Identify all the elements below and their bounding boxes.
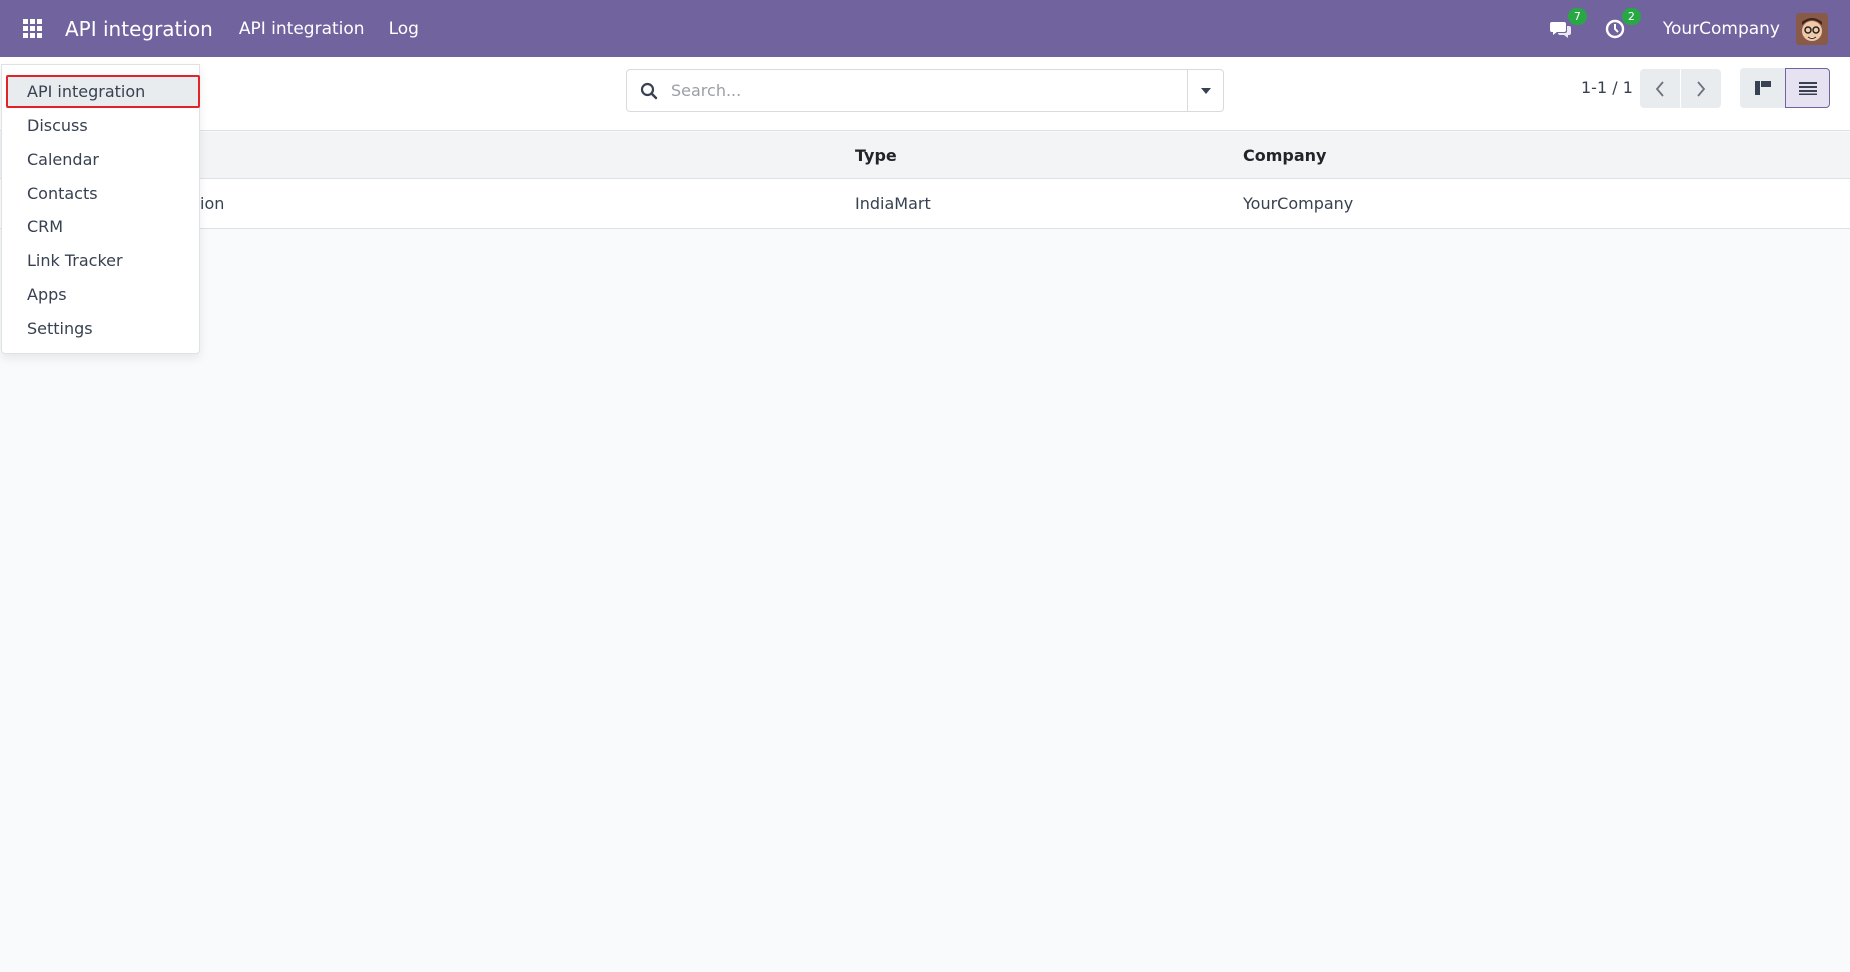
chevron-right-icon xyxy=(1697,80,1706,97)
apps-menu-button[interactable] xyxy=(0,0,65,57)
view-switcher xyxy=(1740,68,1830,108)
cell-type: IndiaMart xyxy=(855,194,931,213)
user-avatar-icon xyxy=(1796,12,1828,45)
column-header-type[interactable]: Type xyxy=(855,132,897,178)
table-row[interactable]: ion IndiaMart YourCompany xyxy=(0,179,1850,229)
caret-down-icon xyxy=(1200,87,1211,94)
app-brand[interactable]: API integration xyxy=(65,17,213,41)
menu-api-integration[interactable]: API integration xyxy=(239,19,365,39)
dropdown-item-crm[interactable]: CRM xyxy=(27,213,63,239)
search-input[interactable] xyxy=(671,70,1187,111)
top-navbar: API integration API integration Log 7 2 … xyxy=(0,0,1850,57)
messages-badge: 7 xyxy=(1567,7,1587,25)
list-table: Type Company ion IndiaMart YourCompany xyxy=(0,132,1850,229)
list-view-button[interactable] xyxy=(1785,68,1830,108)
pager-value[interactable]: 1-1 / 1 xyxy=(1581,78,1633,97)
dropdown-item-contacts[interactable]: Contacts xyxy=(27,180,98,206)
cell-company: YourCompany xyxy=(1243,194,1354,213)
activities-button[interactable]: 2 xyxy=(1601,7,1641,43)
column-header-company[interactable]: Company xyxy=(1243,132,1326,178)
pager-buttons xyxy=(1640,69,1721,108)
messages-button[interactable]: 7 xyxy=(1547,7,1587,43)
user-avatar[interactable] xyxy=(1796,12,1828,45)
apps-grid-icon xyxy=(23,19,42,38)
search-options-toggle[interactable] xyxy=(1187,70,1223,111)
activities-badge: 2 xyxy=(1621,7,1641,25)
chat-icon xyxy=(1549,21,1571,38)
systray: 7 2 YourCompany xyxy=(1547,0,1850,57)
list-view-icon xyxy=(1798,82,1817,95)
pager-previous-button[interactable] xyxy=(1640,69,1680,108)
dropdown-item-calendar[interactable]: Calendar xyxy=(27,146,99,172)
company-switcher[interactable]: YourCompany xyxy=(1663,19,1780,39)
kanban-view-icon xyxy=(1754,81,1771,95)
dropdown-item-settings[interactable]: Settings xyxy=(27,315,93,341)
chevron-left-icon xyxy=(1655,80,1664,97)
dropdown-item-api-integration[interactable]: API integration xyxy=(27,78,145,104)
pager-next-button[interactable] xyxy=(1681,69,1721,108)
search-bar xyxy=(626,69,1224,112)
menu-log[interactable]: Log xyxy=(389,19,419,39)
apps-dropdown: API integration Discuss Calendar Contact… xyxy=(1,64,200,354)
table-header: Type Company xyxy=(0,132,1850,179)
clock-icon xyxy=(1605,19,1625,38)
cell-name: ion xyxy=(200,194,225,213)
dropdown-item-discuss[interactable]: Discuss xyxy=(27,112,88,138)
control-panel: 1-1 / 1 xyxy=(0,57,1850,131)
kanban-view-button[interactable] xyxy=(1740,68,1785,108)
dropdown-item-apps[interactable]: Apps xyxy=(27,281,67,307)
dropdown-item-link-tracker[interactable]: Link Tracker xyxy=(27,247,123,273)
search-icon[interactable] xyxy=(627,70,671,111)
